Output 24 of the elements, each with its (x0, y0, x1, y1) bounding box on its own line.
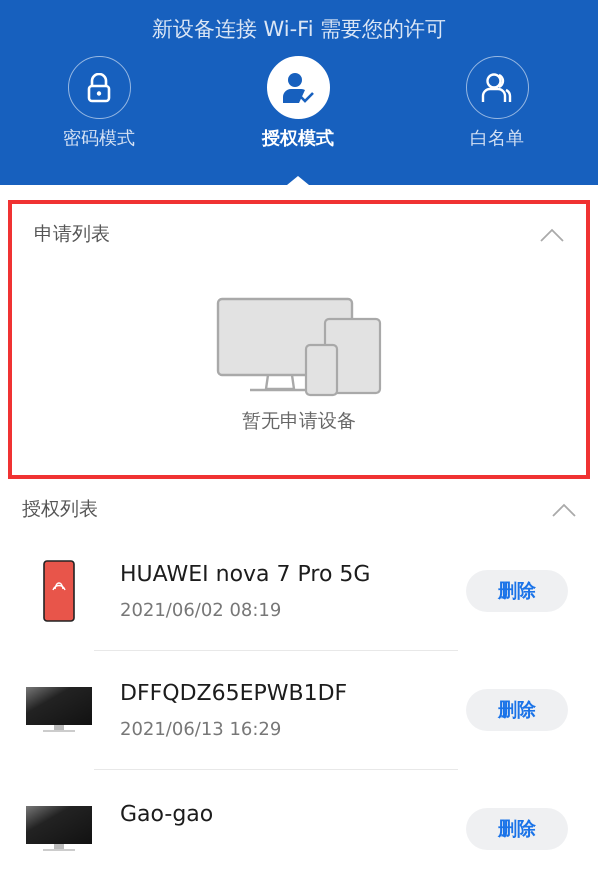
collapse-chevron-icon[interactable] (552, 502, 576, 517)
device-name: HUAWEI nova 7 Pro 5G (120, 560, 372, 588)
monitor-icon (25, 686, 93, 734)
delete-button[interactable]: 删除 (466, 689, 568, 731)
device-name: DFFQDZ65EPWB1DF (120, 680, 348, 708)
device-name: Gao-gao (120, 800, 214, 828)
user-check-icon (282, 72, 314, 104)
phone-icon (43, 560, 75, 622)
monitor-icon (25, 805, 93, 853)
device-time: 2021/06/02 08:19 (120, 598, 282, 622)
mode-tab[interactable]: 授权模式 (239, 56, 357, 152)
collapse-chevron-icon[interactable] (540, 228, 564, 242)
empty-message: 暂无申请设备 (242, 408, 356, 434)
section-title: 授权列表 (22, 497, 98, 522)
mode-tab[interactable]: 白名单 (438, 56, 556, 152)
section-title: 申请列表 (34, 222, 110, 247)
delete-button[interactable]: 删除 (466, 570, 568, 612)
users-icon (481, 72, 513, 104)
device-time: 2021/06/13 16:29 (120, 718, 282, 742)
header-title: 新设备连接 Wi-Fi 需要您的许可 (150, 16, 448, 43)
mode-tab[interactable]: 密码模式 (40, 56, 158, 152)
tab-pointer (287, 176, 309, 185)
lock-icon (86, 72, 112, 102)
delete-button[interactable]: 删除 (466, 808, 568, 850)
